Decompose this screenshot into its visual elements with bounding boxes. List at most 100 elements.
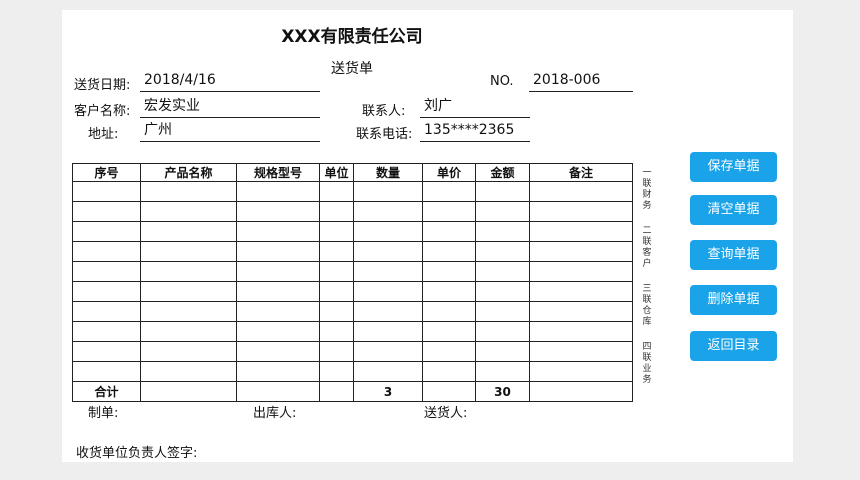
- table-cell[interactable]: [236, 361, 320, 382]
- table-cell[interactable]: [140, 281, 237, 302]
- table-cell[interactable]: [475, 221, 530, 242]
- table-cell[interactable]: [422, 321, 476, 342]
- table-cell[interactable]: [353, 261, 423, 282]
- table-cell[interactable]: [72, 281, 141, 302]
- table-cell[interactable]: [353, 301, 423, 322]
- table-cell[interactable]: [140, 321, 237, 342]
- table-cell[interactable]: [529, 321, 633, 342]
- table-cell[interactable]: [236, 381, 320, 402]
- table-cell[interactable]: [422, 381, 476, 402]
- back-to-index-button[interactable]: 返回目录: [690, 331, 777, 361]
- table-cell[interactable]: [529, 281, 633, 302]
- table-cell[interactable]: [475, 361, 530, 382]
- table-cell[interactable]: [422, 221, 476, 242]
- table-cell[interactable]: [319, 381, 354, 402]
- table-cell[interactable]: [72, 201, 141, 222]
- table-row: [72, 281, 633, 302]
- contact-field[interactable]: 刘广: [420, 96, 530, 118]
- table-cell[interactable]: [422, 281, 476, 302]
- table-cell[interactable]: [529, 381, 633, 402]
- table-cell[interactable]: [140, 221, 237, 242]
- table-cell[interactable]: [353, 281, 423, 302]
- table-cell[interactable]: [236, 241, 320, 262]
- table-cell[interactable]: [140, 341, 237, 362]
- table-cell[interactable]: [236, 181, 320, 202]
- table-cell[interactable]: [319, 261, 354, 282]
- table-cell[interactable]: [422, 201, 476, 222]
- table-cell[interactable]: [529, 201, 633, 222]
- table-cell[interactable]: [72, 261, 141, 282]
- table-cell[interactable]: [72, 241, 141, 262]
- table-cell[interactable]: [353, 181, 423, 202]
- table-cell[interactable]: [319, 341, 354, 362]
- table-cell[interactable]: [422, 341, 476, 362]
- table-cell[interactable]: [319, 221, 354, 242]
- table-cell[interactable]: [353, 201, 423, 222]
- table-cell[interactable]: [72, 181, 141, 202]
- table-cell[interactable]: [475, 181, 530, 202]
- table-cell[interactable]: [140, 301, 237, 322]
- table-cell[interactable]: [529, 261, 633, 282]
- query-document-button[interactable]: 查询单据: [690, 240, 777, 270]
- table-cell[interactable]: [140, 361, 237, 382]
- table-cell[interactable]: [236, 321, 320, 342]
- table-cell[interactable]: [236, 281, 320, 302]
- clear-document-button[interactable]: 清空单据: [690, 195, 777, 225]
- table-cell[interactable]: [140, 181, 237, 202]
- table-cell[interactable]: [236, 341, 320, 362]
- table-cell[interactable]: [529, 341, 633, 362]
- table-cell[interactable]: [529, 241, 633, 262]
- table-cell[interactable]: [319, 181, 354, 202]
- table-cell[interactable]: [72, 361, 141, 382]
- table-cell[interactable]: [422, 241, 476, 262]
- table-cell[interactable]: [319, 281, 354, 302]
- table-cell[interactable]: [529, 221, 633, 242]
- table-cell[interactable]: [140, 241, 237, 262]
- table-cell[interactable]: [529, 181, 633, 202]
- table-cell[interactable]: [475, 241, 530, 262]
- table-cell[interactable]: [140, 201, 237, 222]
- table-cell[interactable]: [422, 301, 476, 322]
- table-cell[interactable]: [72, 221, 141, 242]
- address-label: 地址:: [88, 127, 119, 142]
- table-cell[interactable]: [475, 261, 530, 282]
- table-cell[interactable]: [319, 201, 354, 222]
- table-cell[interactable]: [353, 361, 423, 382]
- table-cell[interactable]: [422, 181, 476, 202]
- table-row: [72, 261, 633, 282]
- table-cell[interactable]: [72, 321, 141, 342]
- table-cell[interactable]: [353, 341, 423, 362]
- table-cell[interactable]: [529, 301, 633, 322]
- maker-label: 制单:: [88, 406, 119, 421]
- table-cell[interactable]: [319, 241, 354, 262]
- table-cell[interactable]: [236, 221, 320, 242]
- table-cell[interactable]: [529, 361, 633, 382]
- table-cell[interactable]: [72, 301, 141, 322]
- table-cell[interactable]: [140, 261, 237, 282]
- table-cell[interactable]: [319, 301, 354, 322]
- table-cell[interactable]: [475, 301, 530, 322]
- delete-document-button[interactable]: 删除单据: [690, 285, 777, 315]
- table-cell[interactable]: [236, 261, 320, 282]
- phone-field[interactable]: 135****2365: [420, 120, 530, 142]
- table-cell[interactable]: [319, 321, 354, 342]
- table-cell[interactable]: [353, 321, 423, 342]
- table-cell[interactable]: [475, 341, 530, 362]
- table-cell[interactable]: [353, 221, 423, 242]
- table-cell[interactable]: [475, 321, 530, 342]
- table-cell[interactable]: [353, 241, 423, 262]
- table-cell[interactable]: [236, 301, 320, 322]
- delivery-date-field[interactable]: 2018/4/16: [140, 70, 320, 92]
- table-cell[interactable]: [475, 201, 530, 222]
- address-field[interactable]: 广州: [140, 120, 320, 142]
- document-number-field[interactable]: 2018-006: [529, 70, 633, 92]
- save-document-button[interactable]: 保存单据: [690, 152, 777, 182]
- table-cell[interactable]: [475, 281, 530, 302]
- table-cell[interactable]: [236, 201, 320, 222]
- table-cell[interactable]: [422, 361, 476, 382]
- customer-name-field[interactable]: 宏发实业: [140, 96, 320, 118]
- table-cell[interactable]: [140, 381, 237, 402]
- table-cell[interactable]: [422, 261, 476, 282]
- table-cell[interactable]: [319, 361, 354, 382]
- table-cell[interactable]: [72, 341, 141, 362]
